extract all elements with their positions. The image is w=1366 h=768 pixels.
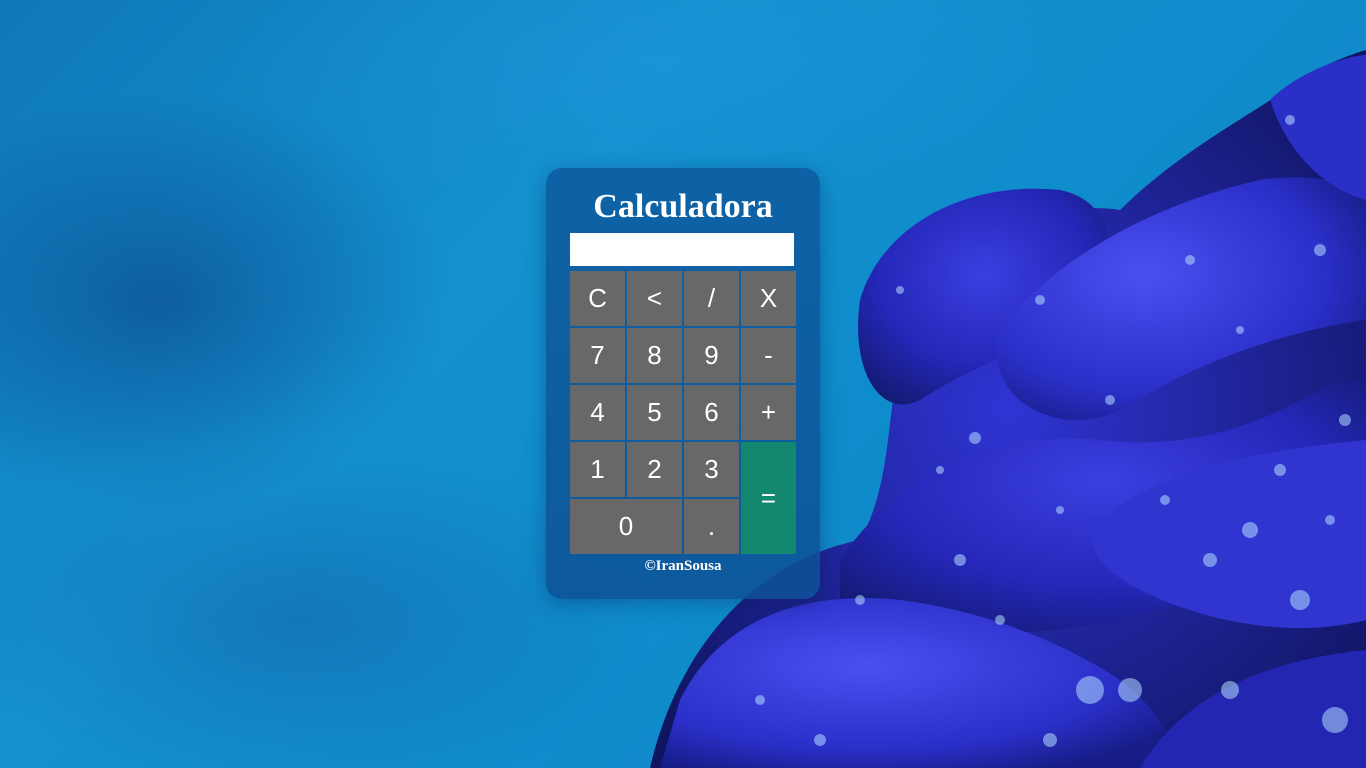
divide-button[interactable]: / — [684, 271, 739, 326]
digit-2-button[interactable]: 2 — [627, 442, 682, 497]
clear-button[interactable]: C — [570, 271, 625, 326]
digit-8-button[interactable]: 8 — [627, 328, 682, 383]
equals-button[interactable]: = — [741, 442, 796, 554]
digit-4-button[interactable]: 4 — [570, 385, 625, 440]
calculator-title: Calculadora — [593, 188, 773, 225]
digit-1-button[interactable]: 1 — [570, 442, 625, 497]
minus-button[interactable]: - — [741, 328, 796, 383]
calculator-display[interactable] — [570, 233, 794, 266]
backspace-button[interactable]: < — [627, 271, 682, 326]
digit-5-button[interactable]: 5 — [627, 385, 682, 440]
multiply-button[interactable]: X — [741, 271, 796, 326]
digit-9-button[interactable]: 9 — [684, 328, 739, 383]
calculator-panel: Calculadora C < / X 7 8 9 - 4 5 6 + 1 2 … — [546, 168, 820, 599]
author-credit: ©IranSousa — [644, 558, 722, 574]
digit-0-button[interactable]: 0 — [570, 499, 682, 554]
digit-7-button[interactable]: 7 — [570, 328, 625, 383]
digit-3-button[interactable]: 3 — [684, 442, 739, 497]
decimal-button[interactable]: . — [684, 499, 739, 554]
digit-6-button[interactable]: 6 — [684, 385, 739, 440]
plus-button[interactable]: + — [741, 385, 796, 440]
